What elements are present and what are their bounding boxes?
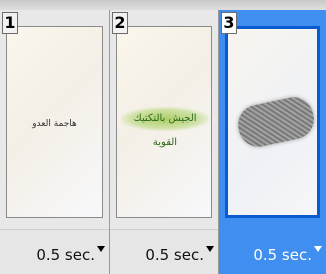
frame-number-badge: 1	[2, 12, 18, 34]
animation-frame-2[interactable]: الجيش بالتكتيك القوية 2 0.5 sec.	[110, 10, 219, 274]
frame-delay-value[interactable]: 0.5 sec.	[145, 246, 204, 264]
chevron-down-icon[interactable]	[314, 246, 322, 252]
frame-text-content: هاجمة العدو	[32, 119, 77, 129]
chevron-down-icon[interactable]	[97, 246, 105, 252]
stamp-graphic	[234, 93, 318, 151]
chevron-down-icon[interactable]	[206, 246, 214, 252]
frame-text-content: الجيش بالتكتيك القوية	[121, 107, 209, 148]
frame-thumbnail[interactable]: هاجمة العدو	[6, 26, 103, 218]
animation-frame-3-selected[interactable]: 3 0.5 sec.	[219, 10, 326, 274]
frame-delay-control[interactable]: 0.5 sec.	[219, 229, 326, 274]
frame-number-badge: 3	[221, 12, 237, 34]
frame-thumbnail[interactable]	[225, 26, 320, 218]
frame-delay-control[interactable]: 0.5 sec.	[0, 229, 109, 274]
frame-delay-value[interactable]: 0.5 sec.	[36, 246, 95, 264]
frame-number-badge: 2	[112, 12, 128, 34]
animation-frames-panel: هاجمة العدو 1 0.5 sec. الجيش بالتكتيك ال…	[0, 0, 326, 274]
frame-thumbnail[interactable]: الجيش بالتكتيك القوية	[116, 26, 212, 218]
frame-delay-value[interactable]: 0.5 sec.	[253, 246, 312, 264]
frame-delay-control[interactable]: 0.5 sec.	[110, 229, 218, 274]
animation-frame-1[interactable]: هاجمة العدو 1 0.5 sec.	[0, 10, 110, 274]
